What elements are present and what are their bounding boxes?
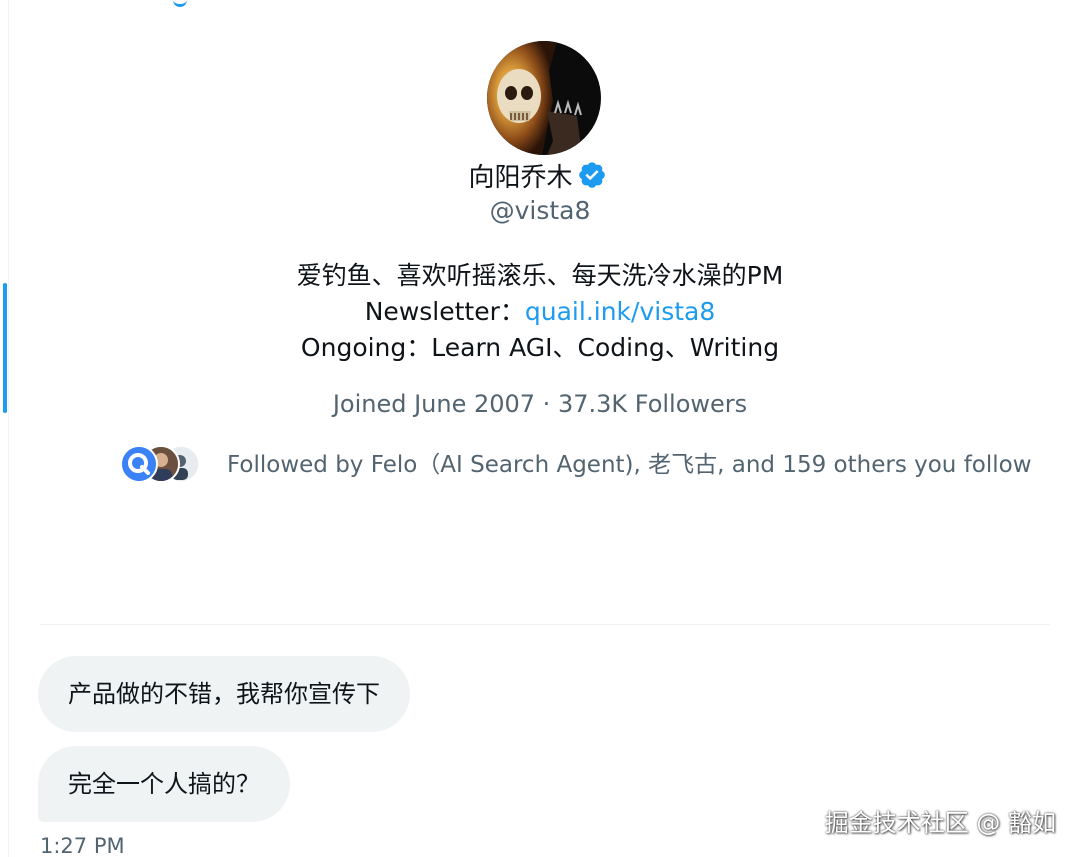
newsletter-link[interactable]: quail.ink/vista8 [525, 297, 715, 326]
profile-name-row: 向阳乔木 [0, 155, 1080, 195]
partial-icon [173, 0, 187, 7]
profile-meta: Joined June 2007 · 37.3K Followers [332, 390, 748, 418]
message-bubble[interactable]: 完全一个人搞的？ [38, 746, 290, 822]
watermark: 掘金技术社区 @ 豁如 [824, 809, 1056, 837]
message-bubble[interactable]: 产品做的不错，我帮你宣传下 [38, 656, 410, 732]
follower-avatar-felo [120, 445, 158, 483]
follower-avatars [120, 440, 210, 484]
bio-line-3: Ongoing：Learn AGI、Coding、Writing [300, 333, 780, 362]
verified-badge-icon[interactable] [577, 160, 607, 190]
bio-line-1: 爱钓鱼、喜欢听摇滚乐、每天洗冷水澡的PM [296, 261, 784, 290]
profile-avatar[interactable] [487, 41, 601, 155]
bio-line-2: Newsletter：quail.ink/vista8 [0, 294, 1080, 330]
profile-name[interactable]: 向阳乔木 [468, 157, 572, 194]
followed-by-row[interactable]: Followed by Felo（AI Search Agent), 老飞古, … [120, 440, 1032, 484]
profile-handle: @vista8 [489, 196, 591, 225]
profile-bio: 爱钓鱼、喜欢听摇滚乐、每天洗冷水澡的PM Newsletter：quail.in… [0, 258, 1080, 366]
avatar-image [487, 41, 601, 155]
message-timestamp: 1:27 PM [40, 834, 125, 857]
section-divider [40, 624, 1050, 625]
followed-by-text[interactable]: Followed by Felo（AI Search Agent), 老飞古, … [227, 445, 1032, 479]
newsletter-label: Newsletter： [364, 297, 525, 326]
felo-logo-icon [122, 447, 156, 481]
panel-border [8, 0, 9, 857]
